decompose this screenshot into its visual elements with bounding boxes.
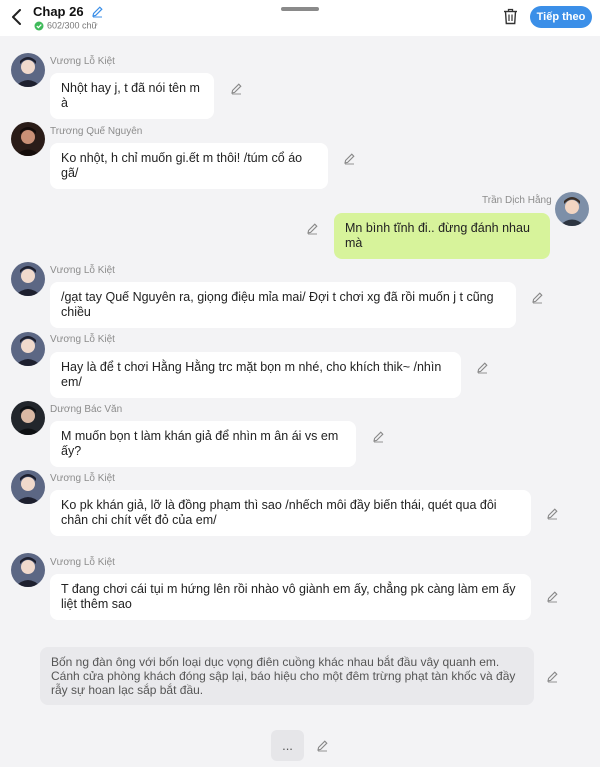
pencil-icon[interactable] [546, 670, 559, 683]
chapter-title-group: Chap 26 [33, 3, 104, 21]
pencil-icon[interactable] [546, 590, 559, 603]
avatar[interactable] [11, 262, 45, 296]
sender-name: Trương Quế Nguyên [50, 126, 143, 137]
pencil-icon[interactable] [91, 5, 104, 18]
more-placeholder[interactable]: ... [271, 730, 304, 761]
message-bubble[interactable]: T đang chơi cái tụi m hứng lên rồi nhào … [50, 574, 531, 620]
avatar[interactable] [11, 553, 45, 587]
chapter-title: Chap 26 [33, 4, 84, 20]
pencil-icon[interactable] [372, 430, 385, 443]
back-arrow-icon[interactable] [10, 9, 24, 25]
pencil-icon[interactable] [343, 152, 356, 165]
check-circle-icon [34, 21, 44, 31]
sender-name: Dương Bác Văn [50, 404, 123, 415]
pencil-icon[interactable] [306, 222, 319, 235]
pencil-icon[interactable] [316, 739, 329, 752]
sender-name: Vương Lỗ Kiệt [50, 473, 115, 484]
message-bubble[interactable]: M muốn bọn t làm khán giả để nhìn m ân á… [50, 421, 356, 467]
message-bubble[interactable]: Mn bình tĩnh đi.. đừng đánh nhau mà [334, 213, 550, 259]
sender-name: Vương Lỗ Kiệt [50, 557, 115, 568]
avatar[interactable] [11, 332, 45, 366]
avatar[interactable] [11, 53, 45, 87]
word-count: 602/300 chữ [34, 20, 98, 31]
trash-icon[interactable] [503, 8, 518, 25]
next-button[interactable]: Tiếp theo [530, 6, 592, 28]
drag-handle[interactable] [281, 7, 319, 11]
avatar[interactable] [11, 122, 45, 156]
avatar[interactable] [555, 192, 589, 226]
narration-block[interactable]: Bốn ng đàn ông với bốn loại dục vọng điê… [40, 647, 534, 705]
top-bar: Chap 26 602/300 chữ Tiếp theo [0, 0, 600, 36]
message-bubble[interactable]: Nhột hay j, t đã nói tên m à [50, 73, 214, 119]
sender-name: Vương Lỗ Kiệt [50, 334, 115, 345]
avatar[interactable] [11, 470, 45, 504]
message-bubble[interactable]: /gạt tay Quế Nguyên ra, giọng điệu mỉa m… [50, 282, 516, 328]
pencil-icon[interactable] [476, 361, 489, 374]
message-bubble[interactable]: Ko nhột, h chỉ muốn gi.ết m thôi! /túm c… [50, 143, 328, 189]
pencil-icon[interactable] [546, 507, 559, 520]
pencil-icon[interactable] [230, 82, 243, 95]
message-bubble[interactable]: Ko pk khán giả, lỡ là đồng phạm thì sao … [50, 490, 531, 536]
sender-name: Vương Lỗ Kiệt [50, 56, 115, 67]
pencil-icon[interactable] [531, 291, 544, 304]
sender-name: Vương Lỗ Kiệt [50, 265, 115, 276]
avatar[interactable] [11, 401, 45, 435]
word-count-text: 602/300 chữ [47, 20, 98, 31]
message-bubble[interactable]: Hay là để t chơi Hằng Hằng trc mặt bọn m… [50, 352, 461, 398]
sender-name: Trần Dịch Hằng [482, 195, 552, 206]
